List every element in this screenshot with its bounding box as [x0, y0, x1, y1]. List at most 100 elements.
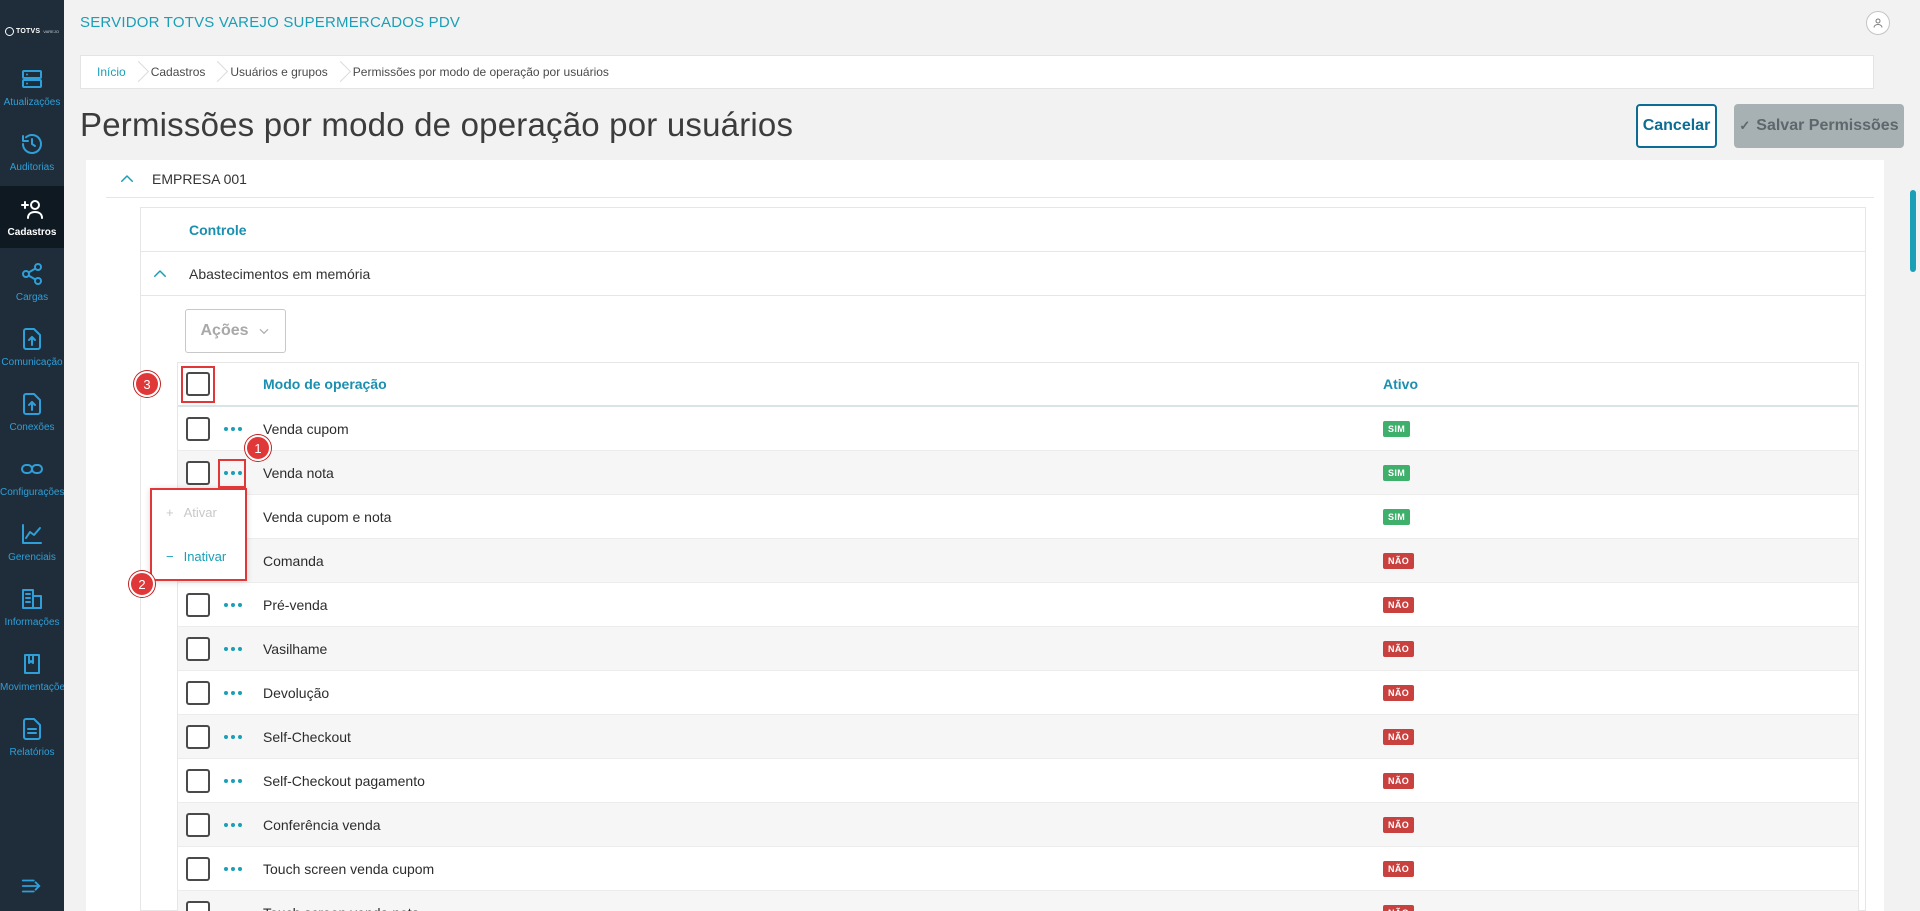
plus-icon: +	[166, 505, 174, 520]
header-ativo: Ativo	[1383, 376, 1418, 392]
controle-panel: Controle Abastecimentos em memória Ações…	[140, 207, 1866, 911]
row-more-options-icon[interactable]	[224, 776, 244, 786]
row-more-options-icon[interactable]	[224, 424, 244, 434]
row-modo-name: Venda cupom e nota	[263, 508, 392, 525]
status-badge: SIM	[1383, 420, 1411, 437]
table-body: Venda cupom SIM Venda nota SIM Venda cupom e…	[178, 407, 1858, 911]
row-checkbox[interactable]	[186, 900, 210, 911]
row-more-options-icon[interactable]	[224, 732, 244, 742]
table-header: Modo de operação Ativo	[178, 363, 1858, 407]
sidebar-item-movimentacoes[interactable]: Movimentações	[0, 641, 64, 703]
page-title: Permissões por modo de operação por usuá…	[80, 106, 794, 143]
sidebar-item-label: Informações	[4, 616, 60, 628]
collapse-menu-button[interactable]	[20, 875, 44, 899]
row-modo-name: Venda cupom	[263, 420, 349, 437]
row-modo-name: Self-Checkout pagamento	[263, 772, 425, 789]
sidebar-item-label: Atualizações	[3, 96, 61, 108]
row-actions-popup: + Ativar − Inativar	[150, 488, 247, 581]
status-badge: NÃO	[1383, 552, 1415, 569]
status-badge: NÃO	[1383, 640, 1415, 657]
minus-icon: −	[166, 549, 174, 564]
sidebar-item-label: Comunicação	[1, 356, 63, 368]
table-row: Devolução NÃO	[178, 671, 1858, 715]
empresa-accordion-header[interactable]: EMPRESA 001	[106, 160, 1874, 198]
empresa-label: EMPRESA 001	[152, 170, 247, 187]
row-modo-name: Touch screen venda cupom	[263, 860, 435, 877]
sidebar-item-atualizacoes[interactable]: Atualizações	[0, 56, 64, 118]
sidebar-item-auditorias[interactable]: Auditorias	[0, 121, 64, 183]
sidebar-item-configuracoes[interactable]: Configurações	[0, 446, 64, 508]
breadcrumb-separator	[336, 55, 345, 89]
inativar-menu-item[interactable]: − Inativar	[166, 549, 226, 564]
acoes-label: Ações	[200, 322, 249, 339]
sidebar-item-label: Cadastros	[7, 226, 57, 238]
sidebar-item-label: Gerenciais	[8, 551, 56, 563]
row-more-options-icon[interactable]	[224, 908, 244, 911]
annotation-box-1	[218, 459, 246, 488]
inativar-label: Inativar	[183, 549, 227, 564]
row-checkbox[interactable]	[186, 724, 210, 749]
totvs-logo[interactable]: TOTVS VAREJO	[0, 18, 64, 44]
row-more-options-icon[interactable]	[224, 864, 244, 874]
row-modo-name: Self-Checkout	[263, 728, 351, 745]
sidebar-item-relatorios[interactable]: Relatórios	[0, 706, 64, 768]
breadcrumb-cadastros[interactable]: Cadastros	[143, 56, 214, 88]
row-checkbox[interactable]	[186, 680, 210, 705]
sidebar-item-cadastros[interactable]: Cadastros	[0, 186, 64, 248]
logo-text: TOTVS	[16, 27, 41, 35]
breadcrumb-current: Permissões por modo de operação por usuá…	[352, 65, 609, 79]
row-modo-name: Comanda	[263, 552, 324, 569]
row-more-options-icon[interactable]	[224, 600, 244, 610]
breadcrumb-inicio[interactable]: Início	[89, 56, 134, 88]
table-row: Venda cupom e nota SIM	[178, 495, 1858, 539]
sidebar-item-label: Cargas	[15, 291, 49, 303]
annotation-marker-3: 3	[134, 371, 160, 397]
abastecimentos-accordion-header[interactable]: Abastecimentos em memória	[141, 252, 1865, 296]
chevron-up-icon[interactable]	[118, 170, 136, 188]
table-row: Self-Checkout NÃO	[178, 715, 1858, 759]
status-badge: NÃO	[1383, 772, 1415, 789]
row-more-options-icon[interactable]	[224, 688, 244, 698]
scrollbar[interactable]	[1910, 190, 1916, 272]
modes-table: Modo de operação Ativo Venda cupom SIM Ven…	[177, 362, 1859, 911]
row-checkbox[interactable]	[186, 592, 210, 617]
sidebar-item-gerenciais[interactable]: Gerenciais	[0, 511, 64, 573]
table-row: Touch screen venda nota NÃO	[178, 891, 1858, 911]
row-checkbox[interactable]	[186, 856, 210, 881]
sidebar-item-label: Relatórios	[9, 746, 55, 758]
chevron-up-icon[interactable]	[151, 265, 169, 283]
sidebar-item-comunicacao[interactable]: Comunicação	[0, 316, 64, 378]
sidebar-item-label: Conexões	[9, 421, 55, 433]
chevron-down-icon	[259, 328, 269, 335]
sidebar-item-label: Configurações	[0, 486, 64, 498]
row-checkbox[interactable]	[186, 636, 210, 661]
user-icon	[1873, 18, 1883, 28]
row-checkbox[interactable]	[186, 416, 210, 441]
user-avatar-button[interactable]	[1866, 11, 1890, 35]
sidebar-item-cargas[interactable]: Cargas	[0, 251, 64, 313]
report-icon	[23, 717, 41, 740]
breadcrumb: Início Cadastros Usuários e grupos Permi…	[80, 55, 1874, 89]
cancel-button[interactable]: Cancelar	[1636, 104, 1717, 148]
row-checkbox[interactable]	[186, 460, 210, 485]
ativar-menu-item[interactable]: + Ativar	[166, 505, 217, 520]
sidebar-item-informacoes[interactable]: Informações	[0, 576, 64, 638]
content-panel: EMPRESA 001 Controle Abastecimentos em m…	[86, 160, 1884, 911]
row-checkbox[interactable]	[186, 812, 210, 837]
app-title: SERVIDOR TOTVS VAREJO SUPERMERCADOS PDV	[80, 14, 461, 31]
status-badge: SIM	[1383, 464, 1411, 481]
row-modo-name: Vasilhame	[263, 640, 328, 657]
save-permissions-button[interactable]: ✓ Salvar Permissões	[1734, 104, 1904, 148]
acoes-dropdown-button[interactable]: Ações	[185, 309, 286, 353]
status-badge: NÃO	[1383, 596, 1415, 613]
row-more-options-icon[interactable]	[224, 644, 244, 654]
upload-doc-icon	[23, 327, 41, 350]
row-checkbox[interactable]	[186, 768, 210, 793]
table-row: Venda cupom SIM	[178, 407, 1858, 451]
collapse-menu-icon	[21, 879, 41, 893]
breadcrumb-usuarios-grupos[interactable]: Usuários e grupos	[222, 56, 335, 88]
status-badge: NÃO	[1383, 860, 1415, 877]
row-more-options-icon[interactable]	[224, 820, 244, 830]
sidebar-item-conexoes[interactable]: Conexões	[0, 381, 64, 443]
sidebar: TOTVS VAREJO Atualizações Auditorias Cad…	[0, 0, 64, 911]
